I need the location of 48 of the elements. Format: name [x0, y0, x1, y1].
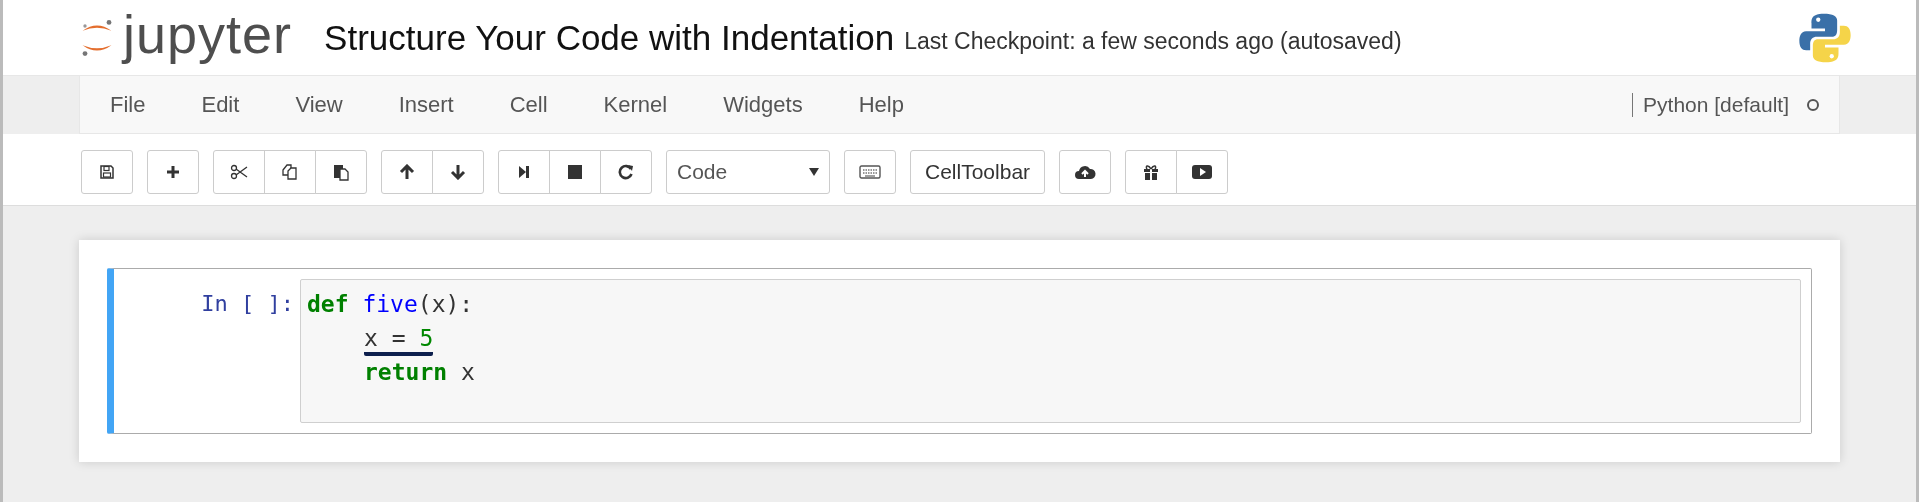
- upload-button[interactable]: [1059, 149, 1112, 194]
- add-cell-button[interactable]: [147, 149, 199, 194]
- play-icon: [1192, 163, 1213, 180]
- run-button[interactable]: [498, 149, 550, 194]
- menu-item[interactable]: Edit: [201, 91, 258, 118]
- menu-item[interactable]: View: [295, 91, 361, 118]
- refresh-icon: [618, 163, 634, 180]
- copy-button[interactable]: [264, 149, 316, 194]
- cloud-upload-icon: [1074, 163, 1097, 180]
- menu-item[interactable]: Kernel: [603, 91, 686, 118]
- menu-item[interactable]: Insert: [398, 91, 472, 118]
- caret-icon: [809, 167, 819, 176]
- stop-button[interactable]: [549, 149, 601, 194]
- code-line: return x: [364, 358, 475, 387]
- cell-type-select[interactable]: Code: [666, 149, 830, 194]
- step-forward-icon: [518, 163, 530, 180]
- scissors-icon: [230, 163, 248, 180]
- keyboard-button[interactable]: [844, 149, 896, 194]
- gift-icon: [1143, 163, 1160, 180]
- checkpoint-status: Last Checkpoint: a few seconds ago (autosaved): [904, 28, 1402, 55]
- arrow-down-icon: [450, 163, 466, 180]
- jupyter-logo[interactable]: jupyter: [79, 6, 293, 69]
- gift-button[interactable]: [1125, 149, 1178, 194]
- plus-icon: [165, 163, 181, 180]
- menu-item[interactable]: Cell: [509, 91, 566, 118]
- cut-button[interactable]: [213, 149, 265, 194]
- move-up-button[interactable]: [381, 149, 433, 194]
- save-button[interactable]: [81, 149, 133, 194]
- cell-toolbar-button[interactable]: CellToolbar: [910, 149, 1046, 194]
- paste-icon: [332, 162, 350, 181]
- restart-button[interactable]: [600, 149, 652, 194]
- copy-icon: [281, 162, 299, 181]
- paste-button[interactable]: [315, 149, 367, 194]
- arrow-up-icon: [399, 163, 415, 180]
- keyboard-icon: [859, 164, 881, 179]
- stop-icon: [567, 163, 583, 180]
- kernel-name: Python [default]: [1643, 92, 1789, 117]
- notebook-title[interactable]: Structure Your Code with Indentation: [324, 17, 895, 58]
- code-cell[interactable]: In [ ]: def five(x): x = 5 return x: [107, 268, 1812, 434]
- menu-item[interactable]: Widgets: [723, 91, 821, 118]
- code-line: def five(x):: [307, 290, 474, 319]
- menu-item[interactable]: File: [110, 91, 164, 118]
- menu-item[interactable]: Help: [858, 91, 922, 118]
- input-prompt: In [ ]:: [200, 290, 295, 318]
- code-editor[interactable]: def five(x): x = 5 return x: [300, 279, 1801, 423]
- move-down-button[interactable]: [432, 149, 484, 194]
- play-button[interactable]: [1176, 149, 1229, 194]
- code-line: x = 5: [364, 324, 434, 356]
